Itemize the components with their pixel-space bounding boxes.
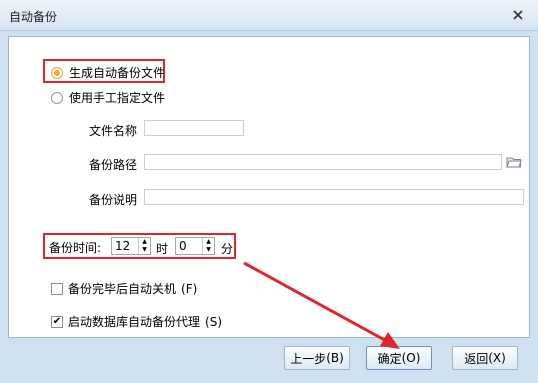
- auto-backup-dialog: 自动备份 生成自动备份文件 使用手工指定文件 文件名称 备份路径 备份说明 备份…: [0, 0, 538, 383]
- annotation-arrow-icon: [243, 261, 400, 349]
